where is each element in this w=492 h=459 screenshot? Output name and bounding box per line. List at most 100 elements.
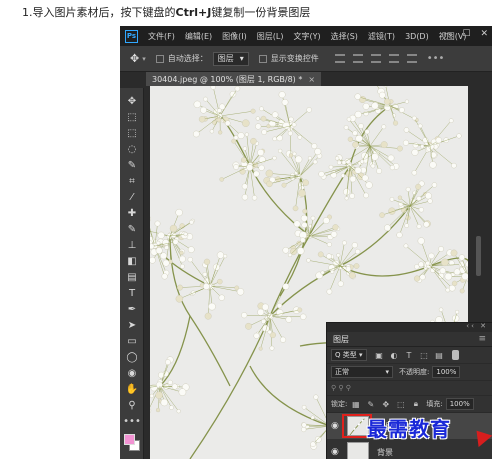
crop-tool-icon[interactable]: ⌗ (126, 176, 138, 188)
flower-bloom (320, 270, 325, 275)
flower-bloom (423, 221, 430, 228)
gradient-tool-icon[interactable]: ▤ (126, 272, 138, 284)
opacity-input[interactable]: 100% (432, 366, 461, 378)
document-tab[interactable]: 30404.jpeg @ 100% (图层 1, RGB/8) * × (146, 72, 322, 86)
menu-layer[interactable]: 图层(L) (257, 31, 284, 42)
flower-bloom (241, 312, 248, 319)
path-select-tool-icon[interactable]: ➤ (126, 320, 138, 332)
type-tool-icon[interactable]: T (126, 288, 138, 300)
lock-position-icon[interactable]: ✥ (381, 400, 390, 409)
more-options-icon[interactable]: ••• (427, 53, 445, 64)
brush-tool-icon[interactable]: ✎ (126, 224, 138, 236)
flower-bloom (302, 208, 308, 214)
layer-name: 背景 (377, 447, 393, 457)
menu-3d[interactable]: 3D(D) (405, 32, 429, 41)
transform-controls-checkbox[interactable] (258, 54, 267, 63)
pixel-filter-icon[interactable]: ▣ (375, 351, 384, 360)
flower-bloom (299, 185, 305, 191)
move-icon[interactable]: ✥ (130, 52, 139, 65)
flower-bloom (456, 133, 462, 139)
panel-menu-icon[interactable]: ≡ (478, 334, 486, 344)
flower-bloom (438, 307, 444, 312)
flower-bloom (281, 182, 287, 188)
pen-tool-icon[interactable]: ✒ (126, 304, 138, 316)
hand-tool-icon[interactable]: ✋ (126, 384, 138, 396)
scrollbar-thumb[interactable] (476, 236, 481, 276)
menu-image[interactable]: 图像(I) (222, 31, 247, 42)
flower-bloom (272, 155, 277, 161)
flower-bloom (297, 307, 303, 313)
lock-artboard-icon[interactable]: ⬚ (396, 400, 405, 409)
align-center-icon[interactable] (406, 54, 417, 63)
flower-bloom (415, 183, 422, 190)
align-middle-icon[interactable] (352, 54, 363, 63)
flower-bloom (354, 166, 362, 174)
flower-bloom (383, 98, 391, 105)
flower-bloom (165, 359, 171, 365)
layer-filter-dropdown[interactable]: Q 类型 ▾ (331, 349, 367, 361)
layer-row-layer1[interactable]: ◉ 图层 1 最需教育 (327, 413, 492, 448)
flower-bloom (260, 115, 267, 122)
align-bottom-icon[interactable] (370, 54, 381, 63)
flower-bloom (344, 196, 349, 201)
menu-filter[interactable]: 滤镜(T) (368, 31, 395, 42)
lasso-tool-icon[interactable]: ◌ (126, 144, 138, 156)
menu-file[interactable]: 文件(F) (148, 31, 175, 42)
zoom-tool-icon[interactable]: ⚲ (126, 400, 138, 412)
flower-bloom (458, 254, 465, 261)
flower-bloom (155, 391, 163, 399)
clone-stamp-tool-icon[interactable]: ⊥ (126, 240, 138, 252)
ellipse-tool-icon[interactable]: ◯ (126, 352, 138, 364)
artboard-tool-icon[interactable]: ⬚ (126, 112, 138, 124)
layer-row-background[interactable]: ◉ 背景 (327, 439, 492, 459)
maximize-icon[interactable]: ☐ (462, 29, 470, 39)
menu-type[interactable]: 文字(Y) (293, 31, 320, 42)
flower-bloom (365, 181, 373, 189)
flower-bloom (266, 124, 271, 129)
minimize-icon[interactable]: — (443, 29, 452, 39)
custom-shape-tool-icon[interactable]: ◉ (126, 368, 138, 380)
instruction-caption: 1.导入图片素材后，按下键盘的Ctrl+J键复制一份背景图层 (22, 4, 310, 20)
lock-transparency-icon[interactable]: ▦ (351, 400, 360, 409)
flower-bloom (389, 165, 395, 171)
flower-bloom (224, 120, 231, 126)
menu-select[interactable]: 选择(S) (331, 31, 358, 42)
marquee-tool-icon[interactable]: ⬚ (126, 128, 138, 140)
auto-select-checkbox[interactable] (155, 54, 164, 63)
close-tab-icon[interactable]: × (308, 75, 315, 84)
more-tools-icon[interactable]: ••• (123, 416, 141, 428)
eraser-tool-icon[interactable]: ◧ (126, 256, 138, 268)
move-tool-icon[interactable]: ✥ (126, 96, 138, 108)
eyedropper-tool-icon[interactable]: ⁄ (126, 192, 138, 204)
lock-all-icon[interactable]: 🔒︎ (411, 399, 420, 409)
visibility-eye-icon[interactable]: ◉ (331, 447, 343, 457)
instruction-suffix: 键复制一份背景图层 (211, 6, 311, 19)
type-filter-icon[interactable]: T (405, 351, 414, 360)
flower-bloom (175, 295, 184, 303)
panel-collapse-icon[interactable]: ‹‹ ✕ (466, 322, 488, 330)
flower-bloom (242, 119, 250, 127)
rectangle-tool-icon[interactable]: ▭ (126, 336, 138, 348)
shape-filter-icon[interactable]: ⬚ (420, 351, 429, 360)
blend-mode-dropdown[interactable]: 正常 ▾ (331, 366, 393, 378)
photoshop-window: Ps 文件(F) 编辑(E) 图像(I) 图层(L) 文字(Y) 选择(S) 滤… (120, 26, 492, 459)
filter-toggle-icon[interactable] (451, 350, 459, 360)
quick-select-tool-icon[interactable]: ✎ (126, 160, 138, 172)
flower-bloom (370, 163, 376, 169)
align-left-icon[interactable] (388, 54, 399, 63)
smart-object-filter-icon[interactable]: ▤ (435, 351, 444, 360)
healing-brush-tool-icon[interactable]: ✚ (126, 208, 138, 220)
fill-input[interactable]: 100% (445, 398, 474, 410)
flower-bloom (306, 107, 312, 113)
flower-bloom (187, 246, 195, 254)
align-top-icon[interactable] (334, 54, 345, 63)
foreground-color-swatch[interactable] (124, 434, 135, 445)
adjustment-filter-icon[interactable]: ◐ (390, 351, 399, 360)
lock-pixels-icon[interactable]: ✎ (366, 400, 375, 409)
chevron-down-icon[interactable]: ▾ (142, 55, 146, 63)
flower-bloom (416, 224, 422, 229)
auto-select-dropdown[interactable]: 图层 ▾ (212, 51, 249, 66)
close-icon[interactable]: ✕ (480, 29, 488, 39)
menu-edit[interactable]: 编辑(E) (185, 31, 212, 42)
layers-tab[interactable]: 图层 (333, 334, 349, 345)
